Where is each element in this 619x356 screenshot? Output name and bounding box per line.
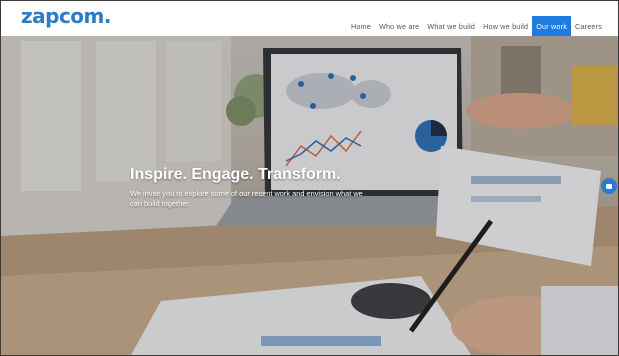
logo-dot: . <box>103 4 112 28</box>
nav-item-home[interactable]: Home <box>347 16 375 36</box>
hero-subtext: We invite you to explore some of our rec… <box>130 189 363 208</box>
nav-item-what-we-build[interactable]: What we build <box>423 16 479 36</box>
nav-item-how-we-build[interactable]: How we build <box>479 16 532 36</box>
nav-item-who-we-are[interactable]: Who we are <box>375 16 423 36</box>
chat-bubble-icon <box>606 183 612 189</box>
site-header: zapcom. Home Who we are What we build Ho… <box>1 1 618 36</box>
chat-button[interactable] <box>601 178 617 194</box>
hero-headline: Inspire. Engage. Transform. <box>130 166 341 183</box>
nav-item-our-work[interactable]: Our work <box>532 16 572 36</box>
main-nav: Home Who we are What we build How we bui… <box>347 16 606 36</box>
nav-item-careers[interactable]: Careers <box>571 16 606 36</box>
site-logo[interactable]: zapcom. <box>21 4 112 28</box>
logo-text: zapcom <box>21 4 104 28</box>
hero-banner: Inspire. Engage. Transform. We invite yo… <box>1 36 618 355</box>
browser-viewport: zapcom. Home Who we are What we build Ho… <box>0 0 619 356</box>
